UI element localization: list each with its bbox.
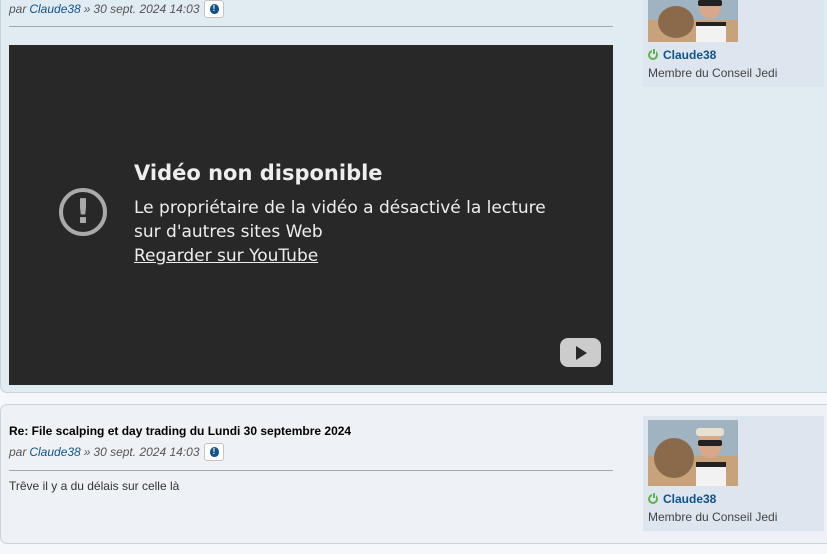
- avatar-image: [648, 0, 738, 42]
- avatar[interactable]: [648, 0, 738, 42]
- avatar[interactable]: [648, 420, 738, 486]
- youtube-logo-icon[interactable]: [560, 338, 601, 367]
- post-author-line: par Claude38 » 30 sept. 2024 14:03 !: [9, 0, 224, 18]
- username-text[interactable]: Claude38: [663, 492, 716, 506]
- post-profile: Claude38 Membre du Conseil Jedi: [643, 416, 824, 531]
- post-content: Trêve il y a du délais sur celle là: [9, 479, 180, 493]
- date-separator: »: [83, 445, 91, 459]
- author-link[interactable]: Claude38: [29, 445, 80, 459]
- post-profile: Claude38 Membre du Conseil Jedi: [643, 0, 824, 87]
- profile-username[interactable]: Claude38: [648, 492, 716, 506]
- report-button[interactable]: !: [203, 443, 224, 461]
- video-unavailable-title: Vidéo non disponible: [134, 161, 383, 185]
- online-status-icon: [648, 493, 658, 504]
- avatar-image: [648, 420, 738, 486]
- video-unavailable-message: Le propriétaire de la vidéo a désactivé …: [134, 198, 546, 242]
- author-prefix: par: [9, 445, 27, 459]
- report-button[interactable]: !: [203, 0, 224, 18]
- report-icon: !: [209, 4, 219, 14]
- post-title[interactable]: Re: File scalping et day trading du Lund…: [9, 424, 351, 438]
- profile-rank: Membre du Conseil Jedi: [648, 510, 778, 524]
- warning-icon: !: [59, 188, 107, 236]
- report-icon: !: [209, 447, 219, 457]
- divider: [9, 26, 613, 27]
- author-prefix: par: [9, 2, 27, 16]
- post-date: 30 sept. 2024 14:03: [93, 445, 200, 459]
- youtube-embed[interactable]: ! Vidéo non disponible Le propriétaire d…: [9, 45, 613, 385]
- profile-username[interactable]: Claude38: [648, 48, 716, 62]
- divider: [9, 470, 613, 471]
- watch-on-youtube-link[interactable]: Regarder sur YouTube: [134, 244, 318, 268]
- author-link[interactable]: Claude38: [29, 2, 80, 16]
- username-text[interactable]: Claude38: [663, 48, 716, 62]
- online-status-icon: [648, 49, 658, 60]
- post-author-line: par Claude38 » 30 sept. 2024 14:03 !: [9, 443, 224, 461]
- profile-rank: Membre du Conseil Jedi: [648, 66, 778, 80]
- post-date: 30 sept. 2024 14:03: [93, 2, 200, 16]
- date-separator: »: [83, 2, 91, 16]
